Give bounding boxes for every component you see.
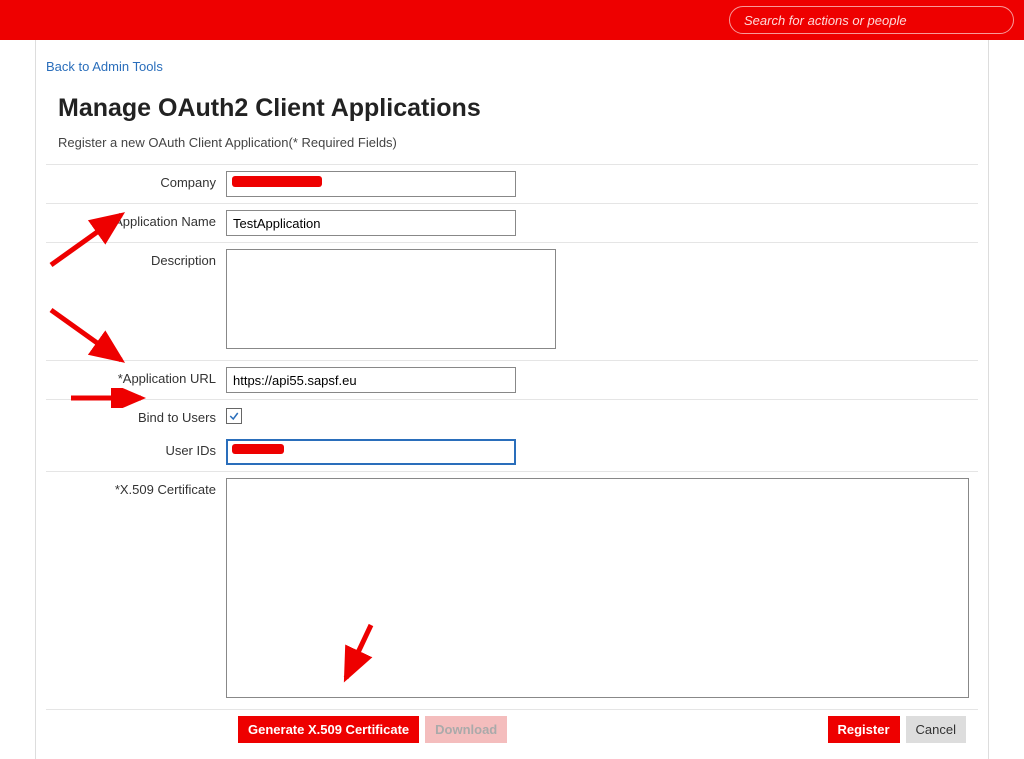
application-url-field[interactable]	[226, 367, 516, 393]
row-certificate: *X.509 Certificate	[46, 471, 978, 709]
row-company: Company	[46, 164, 978, 203]
row-bind-users: Bind to Users	[46, 399, 978, 433]
bind-to-users-checkbox[interactable]	[226, 408, 242, 424]
generate-certificate-button[interactable]: Generate X.509 Certificate	[238, 716, 419, 743]
label-company: Company	[46, 167, 226, 201]
user-ids-redaction	[232, 444, 284, 454]
row-app-url: *Application URL	[46, 360, 978, 399]
description-field[interactable]	[226, 249, 556, 349]
certificate-field[interactable]	[226, 478, 969, 698]
page-container: Back to Admin Tools Manage OAuth2 Client…	[35, 40, 989, 759]
search-wrap	[729, 6, 1014, 34]
page-subtitle: Register a new OAuth Client Application(…	[58, 135, 978, 150]
download-button: Download	[425, 716, 507, 743]
search-input[interactable]	[742, 12, 1001, 29]
row-app-name: *Application Name	[46, 203, 978, 242]
label-user-ids: User IDs	[46, 435, 226, 469]
button-row: Generate X.509 Certificate Download Regi…	[46, 710, 978, 749]
back-to-admin-link[interactable]: Back to Admin Tools	[46, 59, 163, 74]
label-certificate: *X.509 Certificate	[46, 474, 226, 707]
page-title: Manage OAuth2 Client Applications	[58, 94, 978, 123]
label-description: Description	[46, 245, 226, 358]
application-name-field[interactable]	[226, 210, 516, 236]
row-description: Description	[46, 242, 978, 360]
label-app-name: *Application Name	[46, 206, 226, 240]
oauth-form: Company *Application Name Description *A…	[46, 164, 978, 710]
cancel-button[interactable]: Cancel	[906, 716, 966, 743]
label-bind-users: Bind to Users	[46, 402, 226, 431]
checkmark-icon	[228, 410, 240, 422]
register-button[interactable]: Register	[828, 716, 900, 743]
label-app-url: *Application URL	[46, 363, 226, 397]
company-redaction	[232, 176, 322, 187]
top-bar	[0, 0, 1024, 40]
row-user-ids: User IDs	[46, 433, 978, 471]
